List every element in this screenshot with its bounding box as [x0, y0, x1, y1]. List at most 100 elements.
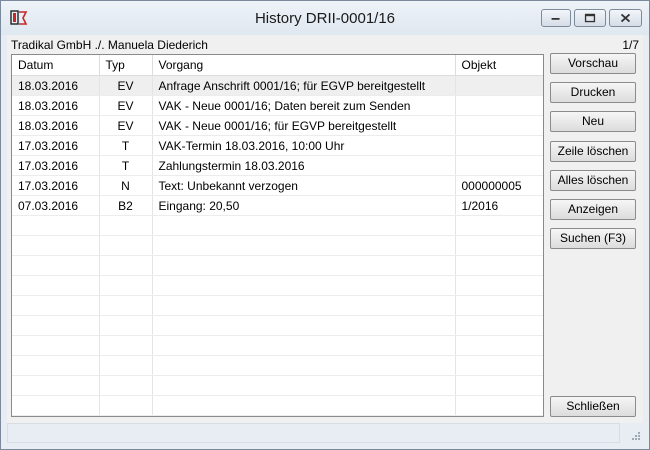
cell-objekt: [455, 115, 543, 136]
empty-cell: [152, 235, 456, 256]
table-row[interactable]: 18.03.2016 EV VAK - Neue 0001/16; für EGVP…: [12, 115, 543, 136]
empty-cell: [455, 255, 543, 276]
cell-vorgang: VAK - Neue 0001/16; Daten bereit zum Sen…: [152, 95, 456, 116]
cell-datum: 17.03.2016: [12, 155, 100, 176]
empty-cell: [99, 315, 153, 336]
empty-cell: [455, 235, 543, 256]
schliessen-button[interactable]: Schließen: [550, 396, 636, 417]
empty-cell: [99, 395, 153, 416]
empty-cell: [12, 315, 100, 336]
empty-table-row: [12, 355, 543, 376]
suchen-button[interactable]: Suchen (F3): [550, 228, 636, 249]
status-pane: [7, 423, 620, 443]
column-header-vorgang[interactable]: Vorgang: [152, 55, 456, 76]
column-header-typ[interactable]: Typ: [99, 55, 153, 76]
empty-table-row: [12, 395, 543, 416]
cell-typ: N: [99, 175, 153, 196]
empty-cell: [12, 235, 100, 256]
cell-objekt: 000000005: [455, 175, 543, 196]
empty-cell: [12, 295, 100, 316]
empty-cell: [455, 215, 543, 236]
cell-vorgang: VAK - Neue 0001/16; für EGVP bereitgeste…: [152, 115, 456, 136]
empty-cell: [12, 255, 100, 276]
history-list[interactable]: Datum Typ Vorgang Objekt 18.03.2016 EV Anf…: [11, 54, 544, 417]
empty-cell: [152, 375, 456, 396]
cell-objekt: [455, 95, 543, 116]
table-row[interactable]: 18.03.2016 EV VAK - Neue 0001/16; Daten be…: [12, 95, 543, 116]
history-window: History DRII-0001/16 Tradikal GmbH ./. M…: [0, 0, 650, 450]
empty-cell: [99, 375, 153, 396]
cell-datum: 17.03.2016: [12, 175, 100, 196]
column-header-objekt[interactable]: Objekt: [455, 55, 543, 76]
minimize-icon: [551, 18, 560, 20]
table-header: Datum Typ Vorgang Objekt: [12, 55, 543, 76]
cell-datum: 18.03.2016: [12, 95, 100, 116]
case-subtitle: Tradikal GmbH ./. Manuela Diederich: [11, 38, 208, 52]
cell-typ: B2: [99, 195, 153, 216]
empty-cell: [12, 355, 100, 376]
cell-typ: T: [99, 135, 153, 156]
empty-cell: [12, 375, 100, 396]
empty-cell: [99, 255, 153, 276]
empty-table-row: [12, 375, 543, 396]
empty-cell: [99, 335, 153, 356]
column-header-datum[interactable]: Datum: [12, 55, 100, 76]
maximize-button[interactable]: [574, 9, 606, 27]
empty-cell: [12, 395, 100, 416]
status-bar: [1, 423, 649, 449]
empty-cell: [99, 215, 153, 236]
empty-table-row: [12, 215, 543, 236]
empty-table-row: [12, 275, 543, 296]
empty-cell: [99, 275, 153, 296]
empty-cell: [152, 295, 456, 316]
empty-cell: [152, 335, 456, 356]
empty-table-row: [12, 255, 543, 276]
cell-typ: T: [99, 155, 153, 176]
cell-datum: 07.03.2016: [12, 195, 100, 216]
cell-datum: 18.03.2016: [12, 115, 100, 136]
empty-cell: [99, 355, 153, 376]
drucken-button[interactable]: Drucken: [550, 82, 636, 103]
table-row[interactable]: 17.03.2016 N Text: Unbekannt verzogen 00000…: [12, 175, 543, 196]
cell-objekt: [455, 135, 543, 156]
table-row[interactable]: 17.03.2016 T Zahlungstermin 18.03.2016: [12, 155, 543, 176]
cell-vorgang: VAK-Termin 18.03.2016, 10:00 Uhr: [152, 135, 456, 156]
cell-objekt: [455, 75, 543, 96]
empty-cell: [152, 215, 456, 236]
anzeigen-button[interactable]: Anzeigen: [550, 199, 636, 220]
cell-typ: EV: [99, 75, 153, 96]
empty-cell: [152, 395, 456, 416]
zeile-loeschen-button[interactable]: Zeile löschen: [550, 141, 636, 162]
resize-grip-icon[interactable]: [627, 429, 641, 443]
empty-cell: [12, 275, 100, 296]
table-row[interactable]: 18.03.2016 EV Anfrage Anschrift 0001/16; f…: [12, 75, 543, 96]
title-bar[interactable]: History DRII-0001/16: [1, 1, 649, 35]
cell-objekt: [455, 155, 543, 176]
cell-vorgang: Text: Unbekannt verzogen: [152, 175, 456, 196]
empty-cell: [455, 335, 543, 356]
page-count: 1/7: [622, 38, 639, 52]
empty-cell: [99, 295, 153, 316]
vorschau-button[interactable]: Vorschau: [550, 53, 636, 74]
empty-cell: [152, 255, 456, 276]
empty-table-row: [12, 315, 543, 336]
empty-table-row: [12, 235, 543, 256]
table-row[interactable]: 17.03.2016 T VAK-Termin 18.03.2016, 10:00 …: [12, 135, 543, 156]
cell-typ: EV: [99, 115, 153, 136]
empty-table-row: [12, 295, 543, 316]
cell-objekt: 1/2016: [455, 195, 543, 216]
cell-vorgang: Zahlungstermin 18.03.2016: [152, 155, 456, 176]
neu-button[interactable]: Neu: [550, 111, 636, 132]
empty-cell: [455, 295, 543, 316]
table-row[interactable]: 07.03.2016 B2 Eingang: 20,50 1/2016: [12, 195, 543, 216]
close-icon: [620, 13, 631, 23]
alles-loeschen-button[interactable]: Alles löschen: [550, 170, 636, 191]
close-button[interactable]: [609, 9, 642, 27]
empty-cell: [455, 355, 543, 376]
empty-cell: [99, 235, 153, 256]
empty-cell: [455, 375, 543, 396]
minimize-button[interactable]: [541, 9, 571, 27]
empty-cell: [455, 315, 543, 336]
empty-cell: [455, 395, 543, 416]
empty-cell: [152, 315, 456, 336]
